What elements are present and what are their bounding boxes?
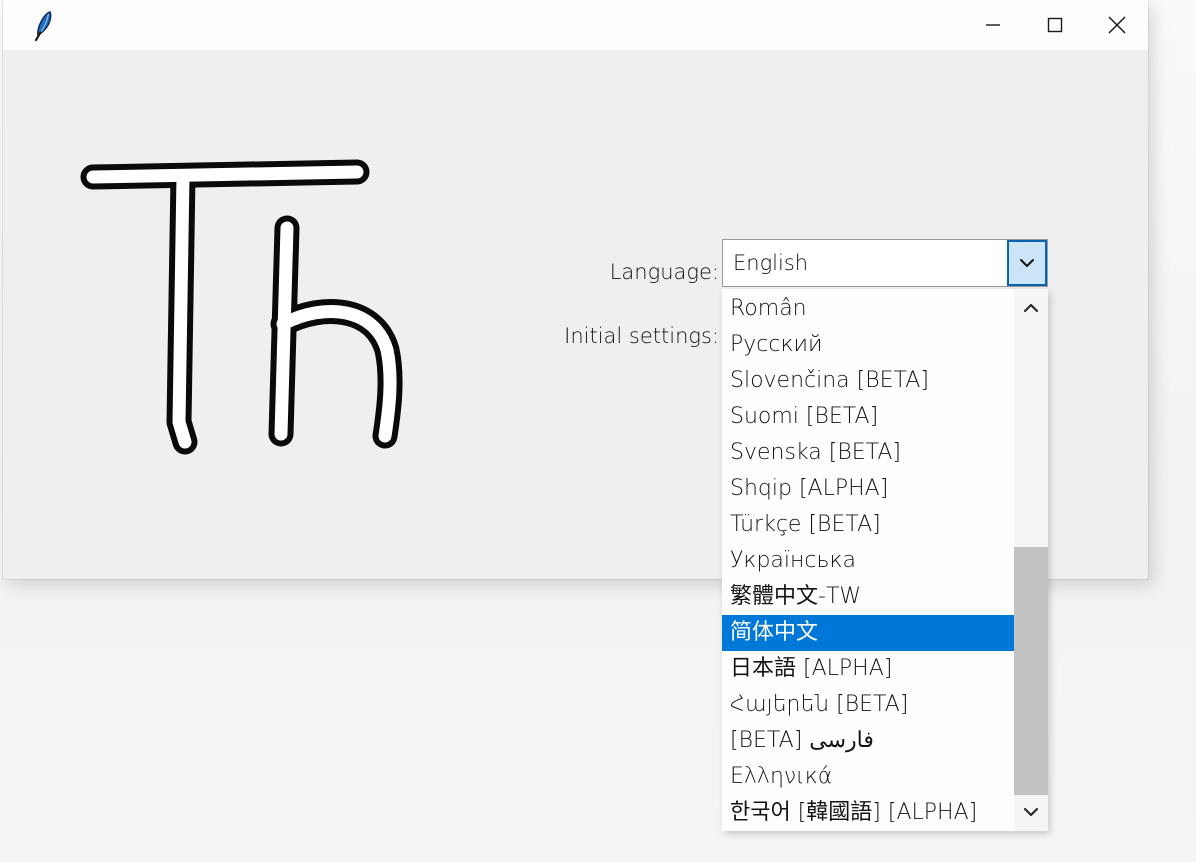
- initial-settings-row: Initial settings:: [523, 304, 733, 368]
- desktop-background: Language: Initial settings: English Româ…: [0, 0, 1196, 862]
- close-button[interactable]: [1086, 0, 1148, 50]
- dropdown-scrollbar[interactable]: [1014, 289, 1048, 831]
- dropdown-option[interactable]: Svenska [BETA]: [722, 435, 1014, 471]
- dropdown-option[interactable]: 简体中文: [722, 615, 1014, 651]
- settings-form: Language: Initial settings:: [523, 240, 733, 368]
- dropdown-options-container: Român Русский Slovenčina [BETA] Suomi [BETA…: [722, 289, 1014, 831]
- dropdown-option[interactable]: فارسی [BETA]: [722, 723, 1014, 759]
- title-bar: [3, 0, 1148, 51]
- minimize-icon: [986, 24, 1000, 26]
- language-combobox[interactable]: English: [722, 239, 1048, 287]
- chevron-down-icon: [1023, 807, 1039, 817]
- chevron-down-icon: [1020, 259, 1034, 267]
- chevron-up-icon: [1023, 303, 1039, 313]
- dropdown-option[interactable]: Українська: [722, 543, 1014, 579]
- dropdown-option[interactable]: Հայերեն [BETA]: [722, 687, 1014, 723]
- close-icon: [1108, 16, 1126, 34]
- language-combobox-value[interactable]: English: [723, 240, 1007, 286]
- dropdown-option[interactable]: Ελληνικά: [722, 759, 1014, 795]
- initial-settings-label: Initial settings:: [564, 324, 719, 348]
- dropdown-option[interactable]: Suomi [BETA]: [722, 399, 1014, 435]
- dropdown-option[interactable]: 한국어 [韓國語] [ALPHA]: [722, 795, 1014, 831]
- feather-quill-icon: [19, 0, 65, 50]
- dropdown-option[interactable]: Türkçe [BETA]: [722, 507, 1014, 543]
- language-label: Language:: [609, 260, 719, 284]
- dropdown-option[interactable]: Shqip [ALPHA]: [722, 471, 1014, 507]
- scrollbar-thumb[interactable]: [1014, 547, 1048, 795]
- maximize-icon: [1047, 17, 1063, 33]
- language-dropdown-list[interactable]: Român Русский Slovenčina [BETA] Suomi [BETA…: [722, 289, 1048, 831]
- dropdown-option[interactable]: 繁體中文-TW: [722, 579, 1014, 615]
- scroll-down-arrow[interactable]: [1014, 795, 1048, 829]
- dropdown-option[interactable]: 日本語 [ALPHA]: [722, 651, 1014, 687]
- app-logo: [75, 142, 435, 482]
- language-row: Language:: [523, 240, 733, 304]
- language-combobox-toggle[interactable]: [1007, 240, 1047, 286]
- minimize-button[interactable]: [962, 0, 1024, 50]
- dropdown-option[interactable]: Slovenčina [BETA]: [722, 363, 1014, 399]
- dropdown-option[interactable]: Русский: [722, 327, 1014, 363]
- scroll-up-arrow[interactable]: [1014, 291, 1048, 325]
- maximize-button[interactable]: [1024, 0, 1086, 50]
- dropdown-option[interactable]: Român: [722, 291, 1014, 327]
